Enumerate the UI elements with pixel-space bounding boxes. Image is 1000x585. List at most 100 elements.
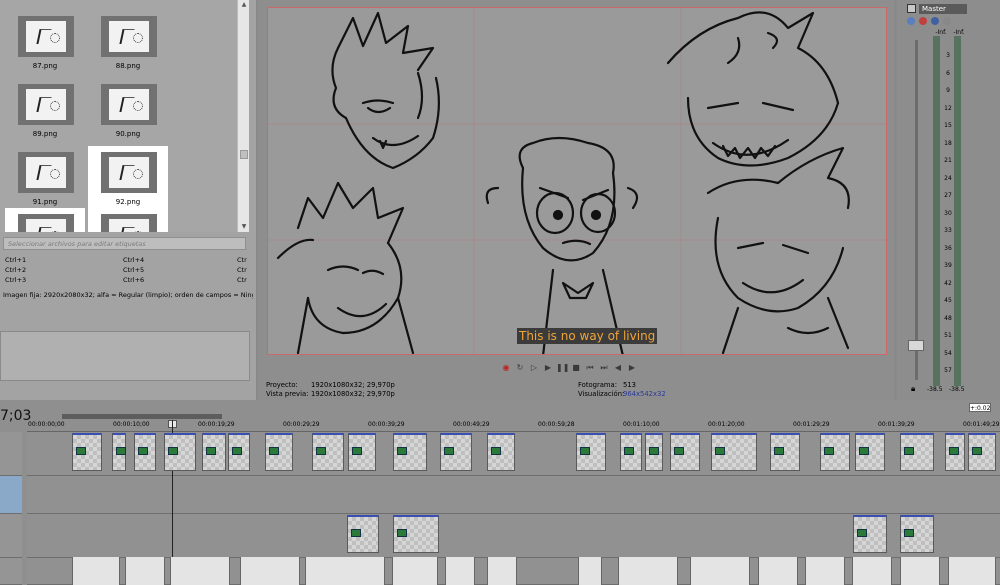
previous-frame-icon[interactable]: ◀ [612,362,624,374]
timeline-clip[interactable] [72,433,102,471]
volume-fader-track[interactable] [915,40,918,380]
timeline-clip[interactable] [164,433,196,471]
timeline-clip[interactable] [440,433,472,471]
timeline-clip[interactable] [125,557,165,585]
timeline-clip[interactable] [900,557,940,585]
scroll-down-icon[interactable]: ▼ [238,222,250,232]
ruler-label: 00:01:10;00 [623,421,660,428]
timeline-clip[interactable] [900,515,934,553]
play-icon[interactable]: ▶ [542,362,554,374]
thumbnail-item[interactable]: 90.png [88,78,168,146]
master-bus-icon[interactable] [907,4,916,13]
timeline-clip[interactable] [487,433,515,471]
thumbnail-item[interactable]: 87.png [5,10,85,78]
subtitle-caption: This is no way of living [517,328,658,344]
thumbnail-item[interactable]: 91.png [5,146,85,214]
record-icon[interactable]: ◉ [500,362,512,374]
timeline-clip[interactable] [945,433,965,471]
mute-icon[interactable] [931,17,939,25]
timeline-clip[interactable] [690,557,750,585]
thumbnail-item-selected[interactable]: 92.png [88,146,168,214]
db-scale-label: 45 [944,297,952,304]
timeline-clip[interactable] [265,433,293,471]
pause-icon[interactable]: ❚❚ [556,362,569,374]
db-scale-label: 15 [944,122,952,129]
preview-canvas[interactable]: This is no way of living [267,7,887,355]
left-level-meter [933,36,940,386]
track-header[interactable] [0,514,22,558]
track-header-selected[interactable] [0,476,22,514]
timeline-clip[interactable] [576,433,606,471]
lock-icon[interactable]: 🔒︎ [911,384,915,394]
thumbnail-label: 90.png [115,130,141,138]
fx-icon[interactable] [907,17,915,25]
timeline-clip[interactable] [645,433,663,471]
timeline-clip[interactable] [820,433,850,471]
timeline-clip[interactable] [72,557,120,585]
timeline-clip[interactable] [670,433,700,471]
thumbnail-frame [18,84,74,125]
timeline-clip[interactable] [711,433,757,471]
timeline-clip[interactable] [770,433,800,471]
thumbnail-item-selected[interactable] [88,208,168,232]
meter-right-peak: -Inf. [953,29,965,36]
timeline-clip[interactable] [170,557,230,585]
ruler-label: 00:00:19;29 [198,421,235,428]
shortcut-label: Ctrl+5 [123,266,145,274]
menu-icon[interactable] [943,17,951,25]
zoom-indicator[interactable]: +:0.02 [969,403,991,412]
timeline-clip[interactable] [805,557,845,585]
timeline-clip[interactable] [134,433,156,471]
timeline-clip[interactable] [487,557,517,585]
image-preview [109,21,149,52]
stop-icon[interactable]: ■ [570,362,582,374]
timeline-clip[interactable] [852,557,892,585]
play-from-start-icon[interactable]: ▷ [528,362,540,374]
timeline-clip[interactable] [393,433,427,471]
tag-edit-input[interactable]: Seleccionar archivos para editar etiquet… [3,237,246,250]
timeline-clip[interactable] [618,557,678,585]
ruler-label: 00:00:49;29 [453,421,490,428]
scrollbar-thumb[interactable] [240,150,248,159]
automation-icon[interactable] [919,17,927,25]
timeline-clip[interactable] [393,515,439,553]
timeline-clip[interactable] [900,433,934,471]
thumbnail-item[interactable]: 89.png [5,78,85,146]
lower-panel [0,331,250,381]
timeline-clip[interactable] [312,433,344,471]
timeline-clip[interactable] [855,433,885,471]
next-frame-icon[interactable]: ▶ [626,362,638,374]
timeline-clip[interactable] [202,433,226,471]
timeline-clip[interactable] [347,515,379,553]
scroll-up-icon[interactable]: ▲ [238,0,250,10]
timeline-clip[interactable] [758,557,798,585]
level-left: -38.5 [927,386,943,393]
loop-icon[interactable]: ↻ [514,362,526,374]
timeline-clip[interactable] [968,433,996,471]
timeline-clip[interactable] [228,433,250,471]
timeline-clip[interactable] [853,515,887,553]
thumbnail-scrollbar[interactable]: ▲ ▼ [237,0,249,232]
track-header[interactable] [0,432,22,476]
timeline-clip[interactable] [578,557,602,585]
timeline-clip[interactable] [305,557,385,585]
sketch-image [268,8,886,354]
thumbnail-item[interactable]: 88.png [88,10,168,78]
go-to-end-icon[interactable]: ⏭ [598,362,610,374]
thumbnail-item-selected[interactable] [5,208,85,232]
track-header[interactable] [0,558,22,585]
timeline-clip[interactable] [445,557,475,585]
timeline-clip[interactable] [112,433,126,471]
volume-fader-knob[interactable] [908,340,924,351]
timeline-clip[interactable] [392,557,438,585]
db-scale-label: 57 [944,367,952,374]
timeline-clip[interactable] [620,433,642,471]
ruler-label: 00:00:00;00 [28,421,65,428]
timeline-clip[interactable] [240,557,300,585]
timeline-clip[interactable] [948,557,996,585]
go-to-start-icon[interactable]: ⏮ [584,362,596,374]
timeline-clip[interactable] [348,433,376,471]
loop-region-bar[interactable] [62,414,222,419]
master-bus-panel: Master -Inf. -Inf. 3 6 9 12 15 18 21 24 27 30 33 36… [897,0,1000,400]
image-preview [109,157,149,188]
